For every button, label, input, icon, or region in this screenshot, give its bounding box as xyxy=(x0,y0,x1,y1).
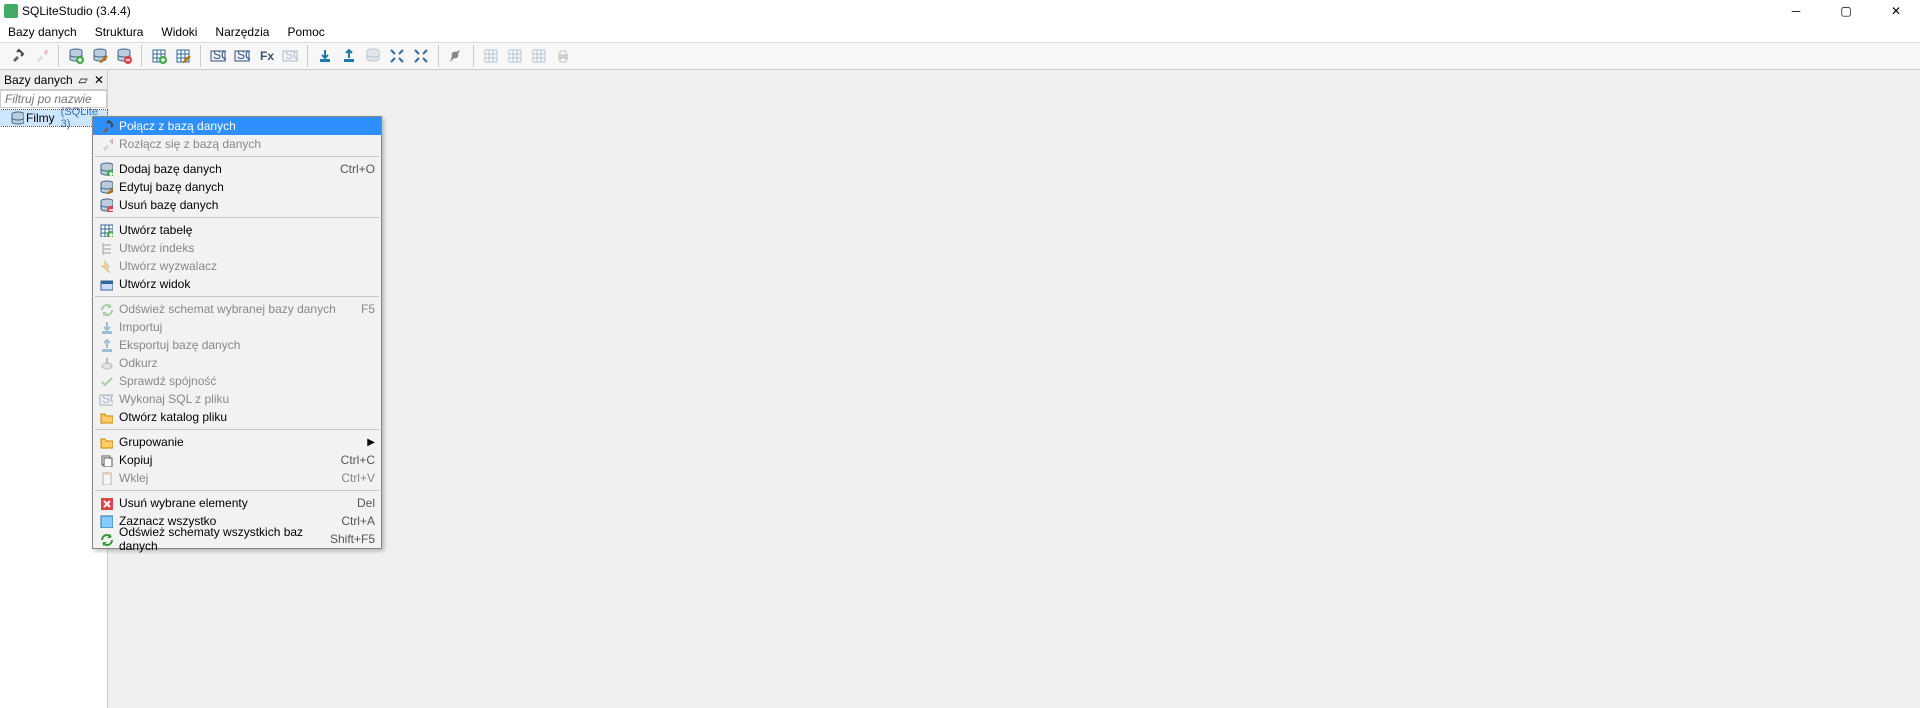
refresh-icon xyxy=(97,531,115,547)
window-buttons: ─ ▢ ✕ xyxy=(1782,0,1920,22)
toolbar-edit-db[interactable] xyxy=(89,45,111,67)
menu-structure[interactable]: Struktura xyxy=(93,23,146,41)
vacuum-icon xyxy=(97,355,115,371)
import-icon xyxy=(97,319,115,335)
ctx-del-db[interactable]: Usuń bazę danych xyxy=(93,196,381,214)
ctx-grouping[interactable]: Grupowanie ▶ xyxy=(93,433,381,451)
plug-icon xyxy=(97,118,115,134)
menu-tools[interactable]: Narzędzia xyxy=(213,23,271,41)
ctx-integrity[interactable]: Sprawdź spójność xyxy=(93,372,381,390)
ctx-separator xyxy=(95,490,379,491)
ctx-connect[interactable]: Połącz z bazą danych xyxy=(93,117,381,135)
toolbar-sep xyxy=(307,45,308,67)
ctx-export-db[interactable]: Eksportuj bazę danych xyxy=(93,336,381,354)
ctx-edit-db[interactable]: Edytuj bazę danych xyxy=(93,178,381,196)
ctx-separator xyxy=(95,217,379,218)
ctx-create-table[interactable]: Utwórz tabelę xyxy=(93,221,381,239)
window-title: SQLiteStudio (3.4.4) xyxy=(22,4,1782,18)
select-all-icon xyxy=(97,513,115,529)
view-icon xyxy=(97,276,115,292)
delete-icon xyxy=(97,495,115,511)
toolbar-extra[interactable] xyxy=(362,45,384,67)
toolbar-table-edit[interactable] xyxy=(172,45,194,67)
db-tree-item[interactable]: Filmy (SQLite 3) xyxy=(0,110,107,126)
toolbar xyxy=(0,42,1920,70)
ctx-paste[interactable]: Wklej Ctrl+V xyxy=(93,469,381,487)
db-edit-icon xyxy=(97,179,115,195)
menu-databases[interactable]: Bazy danych xyxy=(6,23,79,41)
title-bar: SQLiteStudio (3.4.4) ─ ▢ ✕ xyxy=(0,0,1920,22)
toolbar-arrows-in[interactable] xyxy=(410,45,432,67)
paste-icon xyxy=(97,470,115,486)
sidebar-title: Bazy danych xyxy=(4,73,75,87)
ctx-create-trigger[interactable]: Utwórz wyzwalacz xyxy=(93,257,381,275)
table-add-icon xyxy=(97,222,115,238)
toolbar-add-db[interactable] xyxy=(65,45,87,67)
menu-help[interactable]: Pomoc xyxy=(285,23,326,41)
toolbar-sep xyxy=(438,45,439,67)
ctx-open-folder[interactable]: Otwórz katalog pliku xyxy=(93,408,381,426)
unplug-icon xyxy=(97,136,115,152)
toolbar-settings[interactable] xyxy=(445,45,467,67)
toolbar-del-db[interactable] xyxy=(113,45,135,67)
toolbar-sep xyxy=(473,45,474,67)
sidebar-header: Bazy danych ▱ ✕ xyxy=(0,70,107,90)
context-menu: Połącz z bazą danych Rozłącz się z bazą … xyxy=(92,116,382,549)
db-name: Filmy xyxy=(26,111,55,125)
index-icon xyxy=(97,240,115,256)
ctx-refresh-schema[interactable]: Odśwież schemat wybranej bazy danych F5 xyxy=(93,300,381,318)
ctx-separator xyxy=(95,156,379,157)
db-add-icon xyxy=(97,161,115,177)
ctx-disconnect[interactable]: Rozłącz się z bazą danych xyxy=(93,135,381,153)
sidebar-close-icon[interactable]: ✕ xyxy=(91,72,107,88)
toolbar-sep xyxy=(141,45,142,67)
ctx-copy[interactable]: Kopiuj Ctrl+C xyxy=(93,451,381,469)
database-icon xyxy=(10,111,24,125)
toolbar-tile3[interactable] xyxy=(528,45,550,67)
ctx-exec-sql-file[interactable]: Wykonaj SQL z pliku xyxy=(93,390,381,408)
copy-icon xyxy=(97,452,115,468)
toolbar-connect[interactable] xyxy=(6,45,28,67)
menu-bar: Bazy danych Struktura Widoki Narzędzia P… xyxy=(0,22,1920,42)
menu-views[interactable]: Widoki xyxy=(159,23,199,41)
toolbar-disconnect[interactable] xyxy=(30,45,52,67)
toolbar-sep xyxy=(200,45,201,67)
ctx-add-db[interactable]: Dodaj bazę danych Ctrl+O xyxy=(93,160,381,178)
ctx-vacuum[interactable]: Odkurz xyxy=(93,354,381,372)
toolbar-import[interactable] xyxy=(314,45,336,67)
sql-file-icon xyxy=(97,391,115,407)
ctx-delete-selected[interactable]: Usuń wybrane elementy Del xyxy=(93,494,381,512)
refresh-icon xyxy=(97,301,115,317)
trigger-icon xyxy=(97,258,115,274)
export-icon xyxy=(97,337,115,353)
toolbar-tile1[interactable] xyxy=(480,45,502,67)
app-icon xyxy=(4,4,18,18)
toolbar-sql-editor[interactable] xyxy=(207,45,229,67)
toolbar-history[interactable] xyxy=(279,45,301,67)
toolbar-fx[interactable] xyxy=(255,45,277,67)
ctx-create-index[interactable]: Utwórz indeks xyxy=(93,239,381,257)
ctx-import[interactable]: Importuj xyxy=(93,318,381,336)
db-tree[interactable]: Filmy (SQLite 3) xyxy=(0,108,107,128)
folder-icon xyxy=(97,434,115,450)
ctx-separator xyxy=(95,429,379,430)
sidebar-detach-icon[interactable]: ▱ xyxy=(75,72,91,88)
toolbar-sep xyxy=(58,45,59,67)
toolbar-arrows-out[interactable] xyxy=(386,45,408,67)
ctx-refresh-all[interactable]: Odśwież schematy wszystkich baz danych S… xyxy=(93,530,381,548)
ctx-separator xyxy=(95,296,379,297)
ctx-create-view[interactable]: Utwórz widok xyxy=(93,275,381,293)
submenu-arrow-icon: ▶ xyxy=(367,437,375,448)
folder-icon xyxy=(97,409,115,425)
close-button[interactable]: ✕ xyxy=(1882,0,1910,22)
minimize-button[interactable]: ─ xyxy=(1782,0,1810,22)
check-icon xyxy=(97,373,115,389)
toolbar-export[interactable] xyxy=(338,45,360,67)
toolbar-table-add[interactable] xyxy=(148,45,170,67)
maximize-button[interactable]: ▢ xyxy=(1832,0,1860,22)
toolbar-print[interactable] xyxy=(552,45,574,67)
db-del-icon xyxy=(97,197,115,213)
toolbar-sql-file[interactable] xyxy=(231,45,253,67)
toolbar-tile2[interactable] xyxy=(504,45,526,67)
